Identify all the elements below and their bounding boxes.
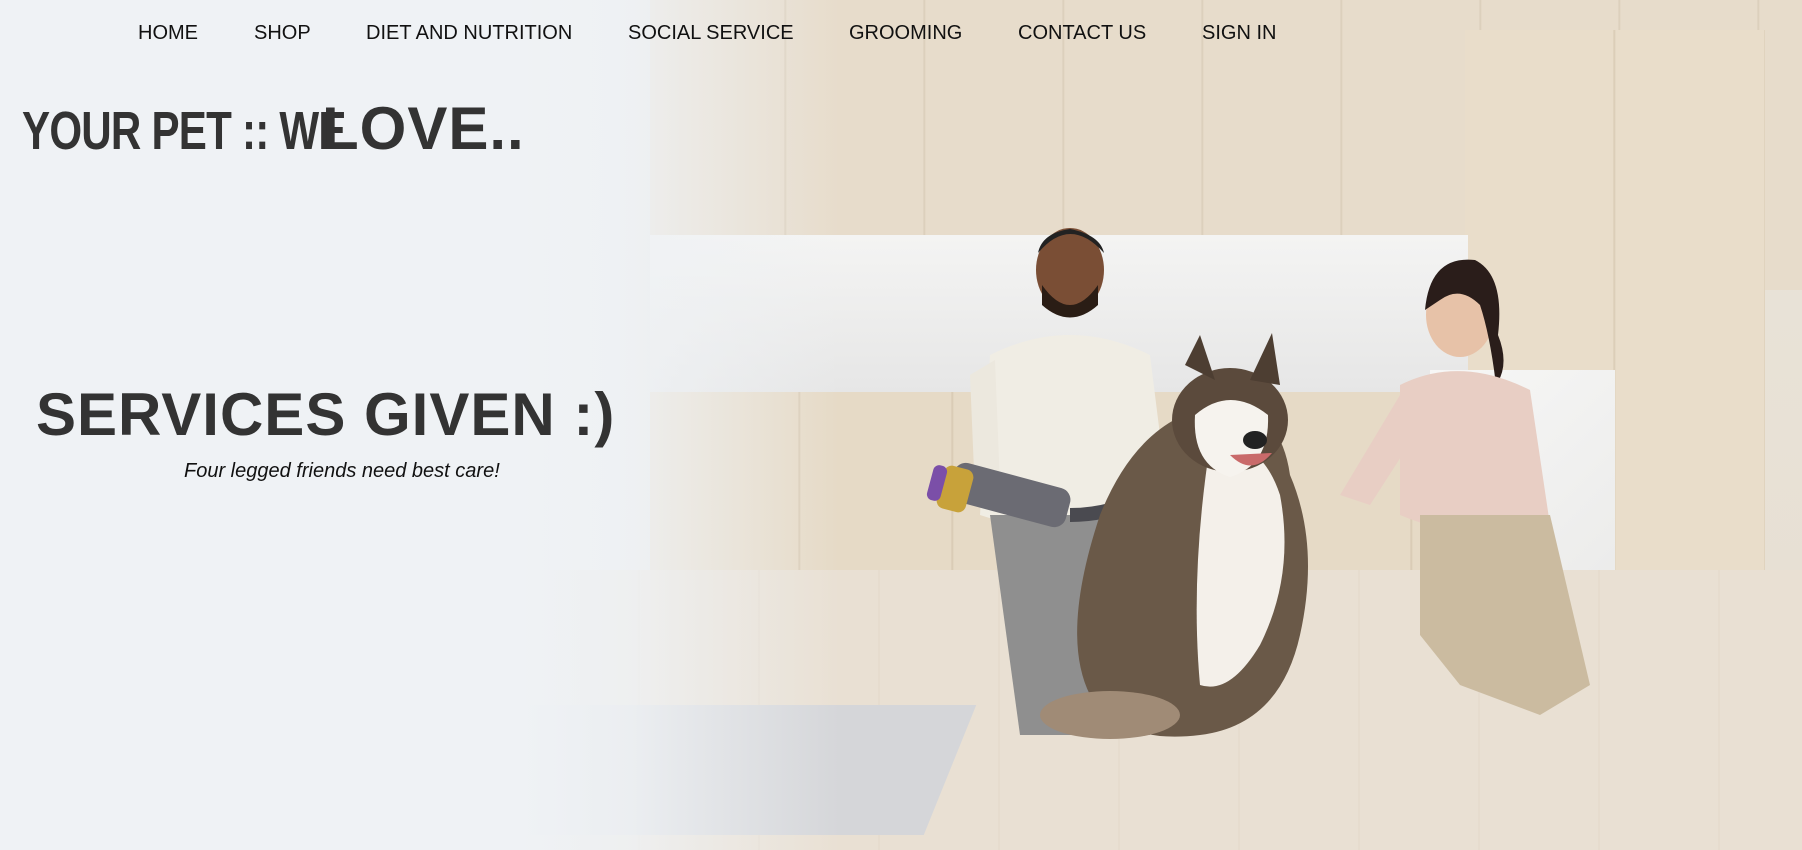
nav-shop[interactable]: SHOP (254, 20, 311, 46)
nav-sign-in[interactable]: SIGN IN (1202, 20, 1276, 46)
tagline-love: LOVE.. (322, 95, 525, 162)
hero-photo (520, 0, 1802, 850)
nav-diet-and-nutrition[interactable]: DIET AND NUTRITION (366, 20, 572, 46)
hero-tagline: YOUR PET :: WE LOVE.. (22, 95, 524, 162)
nav-grooming[interactable]: GROOMING (849, 20, 962, 46)
services-subtitle: Four legged friends need best care! (184, 460, 500, 482)
tagline-your-pet: YOUR PET :: WE (22, 101, 346, 161)
nav-contact-us[interactable]: CONTACT US (1018, 20, 1146, 46)
nav-home[interactable]: HOME (138, 20, 198, 46)
pet-grooming-illustration (926, 228, 1590, 739)
services-title: SERVICES GIVEN :) (36, 381, 616, 448)
nav-social-service[interactable]: SOCIAL SERVICE (628, 20, 794, 46)
